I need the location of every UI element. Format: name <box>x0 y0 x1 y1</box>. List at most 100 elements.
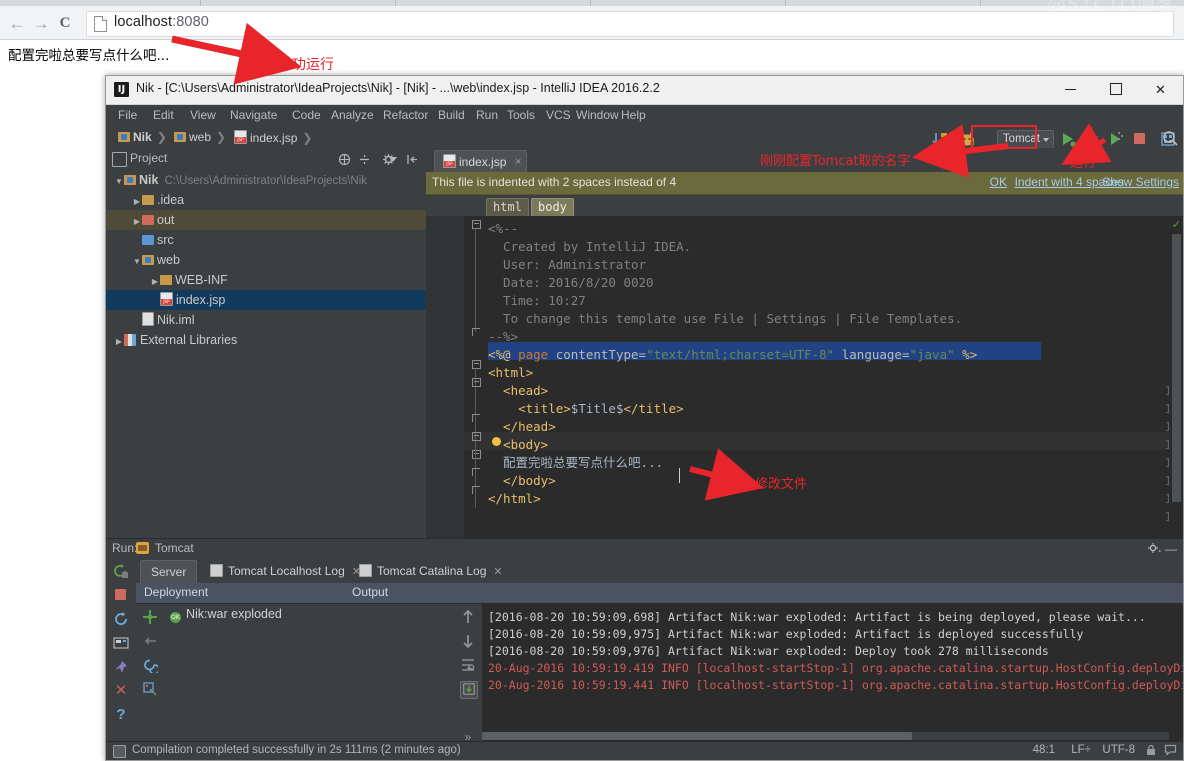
jsp-file-icon <box>160 292 173 306</box>
address-bar[interactable]: localhost:8080 <box>86 11 1174 37</box>
menu-navigate[interactable]: Navigate <box>230 108 277 122</box>
nav-crumb-web[interactable]: web ❯ <box>174 130 226 144</box>
edit-configuration-icon[interactable] <box>142 681 158 697</box>
editor-tab-indexjsp[interactable]: index.jsp × <box>434 150 528 173</box>
intention-bulb-icon[interactable] <box>492 437 501 446</box>
hide-panel-icon[interactable] <box>406 153 419 168</box>
browser-toolbar: ← → C localhost:8080 <box>0 6 1184 40</box>
rerun-icon[interactable] <box>113 563 129 579</box>
close-tab-icon[interactable]: ✕ <box>493 566 502 578</box>
soft-wrap-icon[interactable] <box>460 657 476 673</box>
menu-edit[interactable]: Edit <box>153 108 174 122</box>
breadcrumb-body[interactable]: body <box>531 198 574 217</box>
back-icon[interactable]: ← <box>8 15 26 33</box>
notification-link-ok[interactable]: OK <box>990 175 1007 189</box>
nav-crumb-project[interactable]: Nik ❯ <box>118 130 167 144</box>
code-line[interactable]: 配置完啦总要写点什么吧... <box>488 454 663 472</box>
code-line[interactable]: --%> <box>488 328 518 346</box>
fold-marker[interactable] <box>472 328 481 337</box>
run-tab-server[interactable]: Server <box>140 560 198 583</box>
code-line[interactable]: <head> <box>488 382 548 400</box>
deployment-header-label: Deployment <box>144 585 209 599</box>
code-line[interactable]: <title>$Title$</title> <box>488 400 684 418</box>
tree-node-external-libraries[interactable]: ▶ External Libraries <box>106 330 426 350</box>
redeploy-icon[interactable] <box>142 657 160 675</box>
code-line[interactable]: </html> <box>488 490 541 508</box>
tree-node-root[interactable]: ▼ Nik C:\Users\Administrator\IdeaProjects\… <box>106 170 426 190</box>
menu-code[interactable]: Code <box>292 108 321 122</box>
deployment-item[interactable]: OK Nik:war exploded <box>170 607 282 623</box>
tree-node-idea[interactable]: ▶ .idea <box>106 190 426 210</box>
tree-node-indexjsp[interactable]: index.jsp <box>106 290 426 310</box>
code-line[interactable]: <html> <box>488 364 533 382</box>
expand-arrow-icon[interactable]: ▶ <box>114 332 124 352</box>
code-line[interactable]: Date: 2016/8/20 0020 <box>488 274 654 292</box>
collapse-arrow-icon[interactable]: ▼ <box>132 252 142 272</box>
code-line[interactable]: Time: 10:27 <box>488 292 586 310</box>
code-line[interactable]: Created by IntelliJ IDEA. <box>488 238 691 256</box>
fold-marker[interactable] <box>472 360 481 508</box>
run-tab-catalina-log[interactable]: Tomcat Catalina Log ✕ <box>349 560 513 582</box>
stop-icon[interactable] <box>113 587 129 603</box>
menu-window[interactable]: Window <box>576 108 619 122</box>
forward-icon[interactable]: → <box>32 15 50 33</box>
expand-arrow-icon[interactable]: ▶ <box>150 272 160 292</box>
code-line[interactable]: User: Administrator <box>488 256 646 274</box>
tree-node-web-label: web <box>157 253 180 267</box>
code-line[interactable]: </head> <box>488 418 556 436</box>
settings-gear-icon[interactable] <box>382 153 397 168</box>
code-line[interactable]: <%-- <box>488 220 518 238</box>
build-status-icon[interactable] <box>113 745 126 758</box>
fold-marker[interactable] <box>472 220 481 332</box>
tree-node-webinf[interactable]: ▶ WEB-INF <box>106 270 426 290</box>
deploy-icon[interactable] <box>142 609 158 625</box>
menu-refactor[interactable]: Refactor <box>383 108 428 122</box>
help-icon[interactable]: ? <box>113 707 129 723</box>
fold-marker[interactable] <box>472 414 481 423</box>
tree-node-idea-label: .idea <box>157 193 185 207</box>
fold-marker[interactable] <box>472 378 481 387</box>
expand-icon[interactable] <box>358 153 371 168</box>
menu-view[interactable]: View <box>190 108 216 122</box>
collapse-icon[interactable] <box>338 153 351 168</box>
up-icon[interactable] <box>460 609 476 625</box>
update-running-app-icon[interactable] <box>931 130 949 148</box>
code-line[interactable]: To change this template use File | Setti… <box>488 310 962 328</box>
folder-web-icon <box>142 255 154 265</box>
expand-arrow-icon[interactable]: ▶ <box>132 212 142 232</box>
pin-icon[interactable] <box>113 659 129 675</box>
menu-tools[interactable]: Tools <box>507 108 535 122</box>
fold-marker[interactable] <box>472 450 481 459</box>
close-tab-icon[interactable]: × <box>515 151 521 173</box>
down-icon[interactable] <box>460 633 476 649</box>
nav-crumb-project-label: Nik <box>133 130 152 144</box>
nav-crumb-file[interactable]: index.jsp❯ <box>234 130 312 145</box>
code-line[interactable]: </body> <box>488 472 556 490</box>
tree-node-src[interactable]: src <box>106 230 426 250</box>
restart-icon[interactable] <box>113 611 129 627</box>
expand-arrow-icon[interactable]: ▶ <box>132 192 142 212</box>
run-tab-localhost-log[interactable]: Tomcat Localhost Log ✕ <box>200 560 371 582</box>
menu-vcs[interactable]: VCS <box>546 108 571 122</box>
menu-file[interactable]: File <box>118 108 137 122</box>
code-line[interactable]: <%@ page contentType="text/html;charset=… <box>488 346 977 364</box>
tree-node-web[interactable]: ▼ web <box>106 250 426 270</box>
menu-help[interactable]: Help <box>621 108 646 122</box>
run-tab-server-label: Server <box>151 565 187 579</box>
close-icon[interactable]: ✕ <box>113 683 129 699</box>
undeploy-icon[interactable] <box>142 633 158 649</box>
tree-node-out[interactable]: ▶ out <box>106 210 426 230</box>
fold-marker[interactable] <box>472 432 481 441</box>
menu-analyze[interactable]: Analyze <box>331 108 374 122</box>
menu-run[interactable]: Run <box>476 108 498 122</box>
fold-marker[interactable] <box>472 486 481 495</box>
tomcat-icon <box>136 542 149 554</box>
breadcrumb-html[interactable]: html <box>486 198 529 217</box>
fold-marker[interactable] <box>472 468 481 477</box>
dump-threads-icon[interactable] <box>113 635 129 651</box>
tree-node-iml[interactable]: Nik.iml <box>106 310 426 330</box>
expand-arrow-icon[interactable]: ▼ <box>114 172 124 192</box>
scroll-to-end-icon[interactable] <box>460 681 478 699</box>
menu-build[interactable]: Build <box>438 108 465 122</box>
reload-icon[interactable]: C <box>56 15 74 33</box>
